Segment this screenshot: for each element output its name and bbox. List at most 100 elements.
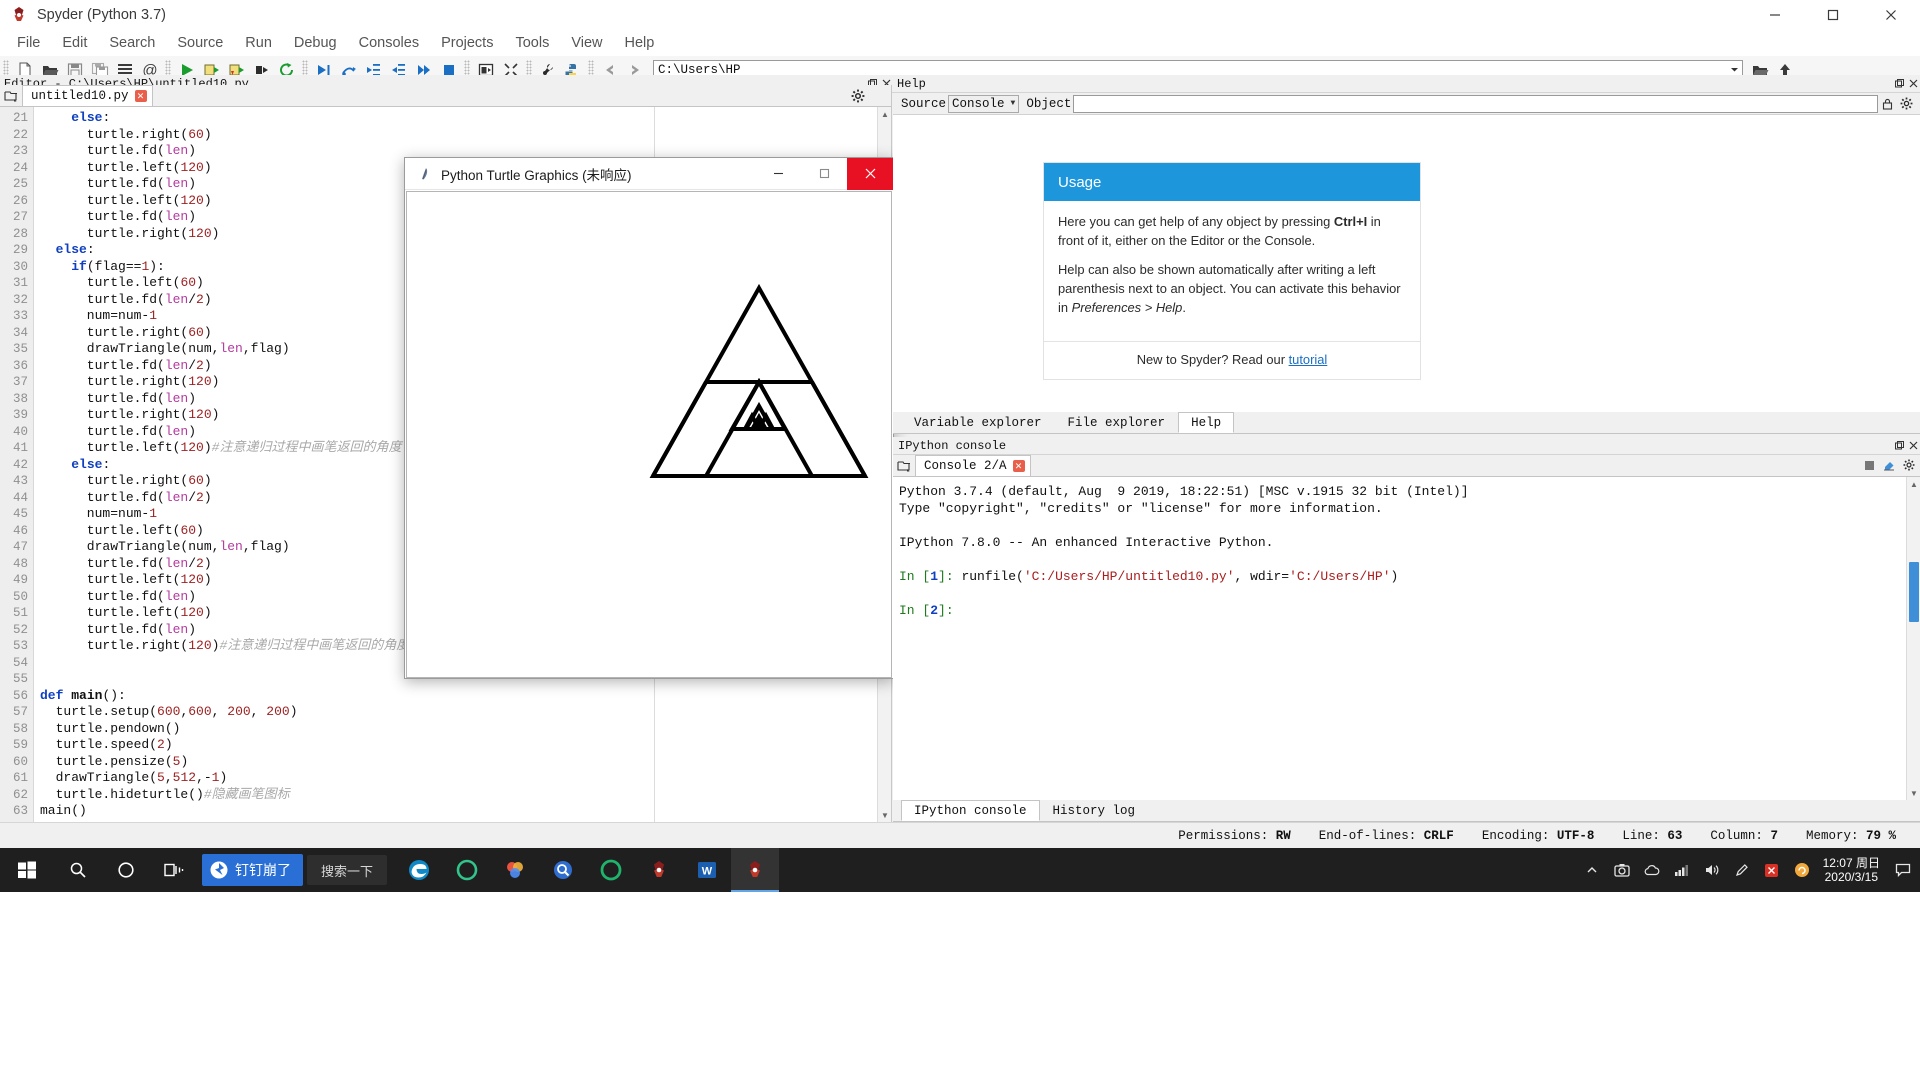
console-tab-bar: Console 2/A ✕ — [893, 455, 1920, 477]
console-scroll-down-icon[interactable]: ▼ — [1907, 786, 1920, 800]
tutorial-link[interactable]: tutorial — [1289, 352, 1328, 367]
taskbar-app-spyder[interactable] — [635, 848, 683, 892]
line-number: 46 — [12, 523, 28, 538]
cortana-circle-icon[interactable] — [102, 848, 150, 892]
tab-variable-explorer[interactable]: Variable explorer — [901, 412, 1055, 433]
lock-icon[interactable] — [1878, 96, 1896, 112]
code-line[interactable]: turtle.hideturtle()#隐藏画笔图标 — [34, 787, 891, 804]
code-line[interactable]: def main(): — [34, 688, 891, 705]
windows-start-icon[interactable] — [0, 848, 54, 892]
code-line[interactable]: turtle.pendown() — [34, 721, 891, 738]
onedrive-icon[interactable] — [1637, 848, 1667, 892]
turtle-close-button[interactable] — [847, 157, 893, 190]
menu-file[interactable]: File — [6, 32, 51, 54]
code-line[interactable]: turtle.speed(2) — [34, 737, 891, 754]
console-pane-title: IPython console — [898, 438, 1007, 453]
help-pane-tab-bar: Variable explorer File explorer Help — [893, 412, 1920, 434]
turtle-window-title-bar[interactable]: Python Turtle Graphics (未响应) — [405, 157, 893, 190]
taskbar-dingtalk-button[interactable]: 钉钉崩了 — [202, 854, 303, 886]
maximize-icon[interactable] — [1862, 457, 1876, 473]
code-line[interactable]: drawTriangle(5,512,-1) — [34, 770, 891, 787]
scroll-up-arrow-icon[interactable]: ▲ — [878, 107, 892, 121]
usage-card-body: Here you can get help of any object by p… — [1044, 201, 1420, 339]
turtle-minimize-button[interactable] — [755, 158, 801, 190]
console-scrollbar[interactable]: ▲ ▼ — [1906, 477, 1920, 800]
menu-run[interactable]: Run — [234, 32, 283, 54]
maximize-button[interactable] — [1804, 0, 1862, 30]
close-red-icon[interactable] — [1757, 848, 1787, 892]
taskbar-app-colorful[interactable] — [491, 848, 539, 892]
console-scroll-thumb[interactable] — [1909, 562, 1919, 622]
chevron-up-icon[interactable] — [1577, 848, 1607, 892]
taskbar-clock[interactable]: 12:07 周日 2020/3/15 — [1817, 856, 1890, 884]
console-undock-icon[interactable] — [1892, 438, 1906, 454]
taskbar-app-circle-green[interactable] — [443, 848, 491, 892]
taskbar-app-word[interactable]: W — [683, 848, 731, 892]
notification-icon[interactable] — [1890, 848, 1916, 892]
menu-edit[interactable]: Edit — [51, 32, 98, 54]
help-object-input[interactable] — [1077, 96, 1874, 111]
tab-history-log[interactable]: History log — [1040, 800, 1149, 821]
tab-close-icon[interactable]: ✕ — [134, 90, 147, 102]
console-options-gear-icon[interactable] — [1902, 457, 1916, 473]
console-browse-tabs-icon[interactable] — [893, 456, 915, 476]
python-turtle-graphics-window[interactable]: Python Turtle Graphics (未响应) — [404, 157, 894, 679]
search-icon[interactable] — [54, 848, 102, 892]
line-number: 62 — [12, 787, 28, 802]
code-line[interactable]: turtle.right(60) — [34, 127, 891, 144]
turtle-drawing-canvas[interactable] — [406, 191, 892, 678]
menu-search[interactable]: Search — [98, 32, 166, 54]
menu-debug[interactable]: Debug — [283, 32, 348, 54]
line-number: 29 — [12, 243, 28, 257]
editor-tab-untitled10[interactable]: untitled10.py ✕ — [22, 85, 153, 106]
help-object-field[interactable] — [1073, 94, 1878, 113]
console-tab-close-icon[interactable]: ✕ — [1012, 460, 1025, 472]
dingtalk-label: 钉钉崩了 — [235, 862, 291, 878]
menu-view[interactable]: View — [560, 32, 613, 54]
console-output[interactable]: Python 3.7.4 (default, Aug 9 2019, 18:22… — [893, 477, 1920, 777]
tab-file-explorer[interactable]: File explorer — [1055, 412, 1179, 433]
menu-consoles[interactable]: Consoles — [348, 32, 430, 54]
menu-source[interactable]: Source — [166, 32, 234, 54]
options-gear-icon[interactable] — [849, 87, 867, 105]
code-line[interactable]: turtle.pensize(5) — [34, 754, 891, 771]
help-undock-icon[interactable] — [1892, 76, 1906, 92]
taskbar-app-edge[interactable] — [395, 848, 443, 892]
close-button[interactable] — [1862, 0, 1920, 30]
status-eol: End-of-lines: CRLF — [1305, 829, 1468, 843]
eol-value: CRLF — [1423, 828, 1454, 843]
help-toolbar: Source Console ▼ Object — [893, 93, 1920, 115]
menu-tools[interactable]: Tools — [504, 32, 560, 54]
help-close-icon[interactable] — [1906, 76, 1920, 92]
turtle-maximize-button[interactable] — [801, 158, 847, 190]
taskbar-search-box[interactable]: 搜索一下 — [307, 855, 388, 885]
help-source-select[interactable]: Console ▼ — [948, 94, 1020, 113]
pen-icon[interactable] — [1727, 848, 1757, 892]
settings-icon[interactable] — [1896, 96, 1916, 112]
minimize-button[interactable] — [1746, 0, 1804, 30]
console-scroll-up-icon[interactable]: ▲ — [1907, 477, 1920, 491]
screenshot-icon[interactable] — [1607, 848, 1637, 892]
sogou-icon[interactable] — [1787, 848, 1817, 892]
taskbar-app-green-circle[interactable] — [587, 848, 635, 892]
tab-help[interactable]: Help — [1178, 412, 1235, 433]
code-line[interactable]: main() — [34, 803, 891, 820]
code-line[interactable]: turtle.setup(600,600, 200, 200) — [34, 704, 891, 721]
taskbar-app-magnifier[interactable] — [539, 848, 587, 892]
console-close-icon[interactable] — [1906, 438, 1920, 454]
network-icon[interactable] — [1667, 848, 1697, 892]
eraser-icon[interactable] — [1882, 457, 1896, 473]
code-line[interactable]: else: — [34, 110, 891, 127]
menu-projects[interactable]: Projects — [430, 32, 504, 54]
tab-ipython-console[interactable]: IPython console — [901, 800, 1040, 821]
task-view-icon[interactable] — [150, 848, 198, 892]
browse-tabs-icon[interactable] — [0, 86, 22, 106]
console-tab-2a[interactable]: Console 2/A ✕ — [915, 455, 1031, 476]
volume-icon[interactable] — [1697, 848, 1727, 892]
menu-help[interactable]: Help — [614, 32, 666, 54]
status-line: Line: 63 — [1608, 829, 1696, 843]
line-number: 28 — [12, 226, 28, 241]
taskbar-app-spyder-running[interactable] — [731, 848, 780, 892]
scroll-down-arrow-icon[interactable]: ▼ — [878, 808, 892, 822]
